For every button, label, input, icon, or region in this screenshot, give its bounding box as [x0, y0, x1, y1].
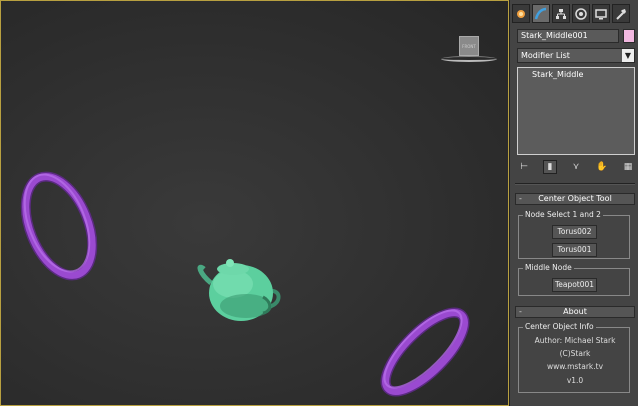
configure-modifier-sets-icon[interactable]: ▦ [621, 160, 635, 174]
rollout-title: About [563, 307, 587, 316]
stack-toolbar: ⊢ ▮ ⋎ ✋ ▦ [517, 159, 635, 175]
group-label: Node Select 1 and 2 [523, 210, 603, 219]
rollout-title: Center Object Tool [538, 194, 612, 203]
make-unique-icon[interactable]: ⋎ [569, 160, 583, 174]
modifier-list-label: Modifier List [521, 51, 570, 60]
tab-display[interactable] [592, 4, 610, 23]
collapse-icon[interactable]: - [519, 194, 522, 204]
display-icon [595, 8, 607, 19]
modifier-list-dropdown[interactable]: Modifier List ▼ [517, 48, 635, 63]
version-text: v1.0 [566, 376, 584, 385]
object-color-swatch[interactable] [623, 29, 635, 43]
author-text: Author: Michael Stark [534, 336, 616, 345]
middle-node-group: Middle Node Teapot001 [518, 263, 630, 296]
hierarchy-icon [556, 8, 566, 19]
node-select-group: Node Select 1 and 2 Torus002 Torus001 [518, 210, 630, 259]
perspective-viewport[interactable]: FRONT [0, 0, 509, 406]
center-object-tool-header[interactable]: - Center Object Tool [515, 193, 635, 205]
group-label: Middle Node [523, 263, 574, 272]
tab-modify[interactable] [532, 4, 550, 23]
chevron-down-icon[interactable]: ▼ [622, 49, 634, 62]
modify-icon [534, 7, 547, 19]
utilities-icon [616, 8, 626, 20]
remove-modifier-icon[interactable]: ✋ [595, 160, 609, 174]
copyright-text: (C)Stark [559, 349, 591, 358]
teapot001-button[interactable]: Teapot001 [552, 278, 597, 292]
tab-motion[interactable] [572, 4, 590, 23]
torus002-button[interactable]: Torus002 [552, 225, 597, 239]
command-panel-tabs [512, 4, 630, 23]
teapot[interactable] [197, 259, 281, 321]
motion-icon [575, 7, 587, 20]
center-object-tool-rollout: - Center Object Tool Node Select 1 and 2… [515, 193, 635, 301]
tab-create[interactable] [512, 4, 530, 23]
about-header[interactable]: - About [515, 306, 635, 318]
tab-utilities[interactable] [612, 4, 630, 23]
website-text: www.mstark.tv [546, 362, 604, 371]
show-end-result-icon[interactable]: ▮ [543, 160, 557, 174]
modifier-stack[interactable]: Stark_Middle [517, 67, 635, 155]
command-panel: Stark_Middle001 Modifier List ▼ Stark_Mi… [509, 0, 638, 406]
object-name-field[interactable]: Stark_Middle001 [517, 29, 619, 43]
viewcube-compass-ring[interactable] [441, 56, 497, 62]
modifier-stack-item[interactable]: Stark_Middle [518, 68, 634, 79]
create-icon [517, 9, 525, 18]
torus-right[interactable] [374, 300, 476, 403]
torus001-button[interactable]: Torus001 [552, 243, 597, 257]
tab-hierarchy[interactable] [552, 4, 570, 23]
group-label: Center Object Info [523, 322, 596, 331]
about-rollout: - About Center Object Info Author: Micha… [515, 306, 635, 396]
pin-stack-icon[interactable]: ⊢ [517, 160, 531, 174]
viewcube-face[interactable]: FRONT [459, 36, 479, 56]
viewcube[interactable]: FRONT [441, 34, 497, 66]
divider [515, 183, 635, 185]
torus-left[interactable] [12, 165, 105, 285]
center-object-info-group: Center Object Info Author: Michael Stark… [518, 322, 630, 393]
scene-objects [12, 165, 476, 403]
collapse-icon[interactable]: - [519, 307, 522, 317]
